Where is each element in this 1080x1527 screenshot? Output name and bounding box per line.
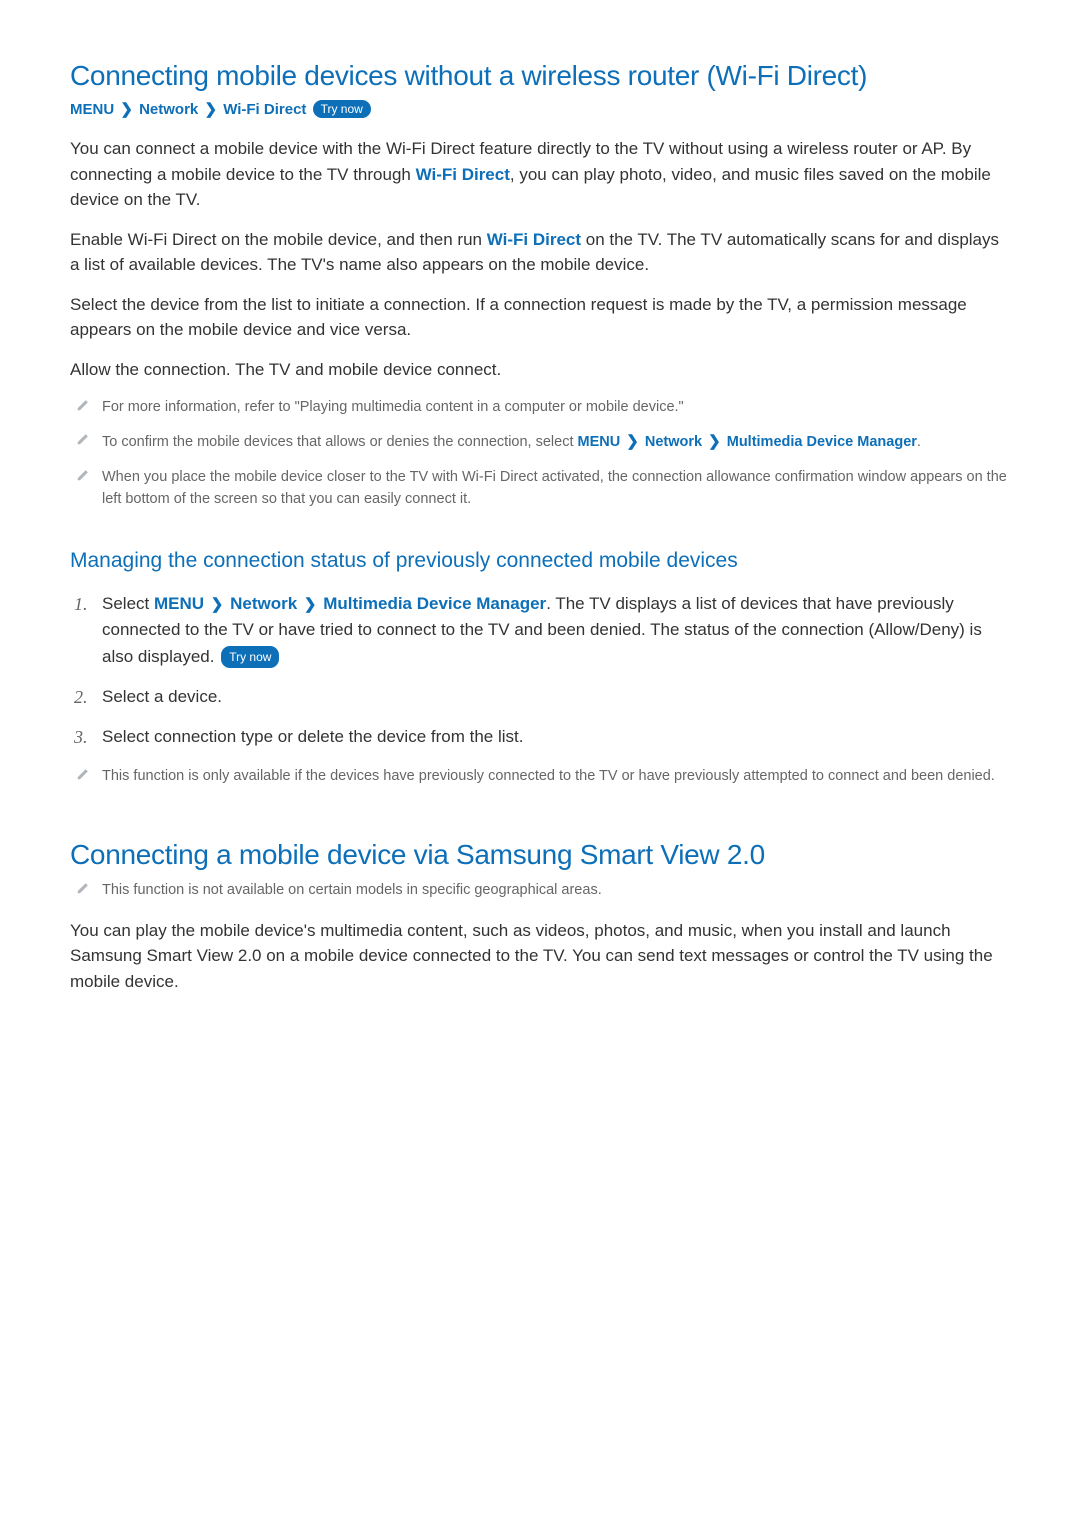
section-title-smart-view: Connecting a mobile device via Samsung S…	[70, 839, 1010, 871]
steps-list: Select MENU ❯ Network ❯ Multimedia Devic…	[70, 591, 1010, 751]
paragraph: You can connect a mobile device with the…	[70, 136, 1010, 213]
pencil-icon	[76, 398, 90, 412]
chevron-icon: ❯	[304, 593, 317, 616]
pencil-icon	[76, 468, 90, 482]
text: Enable Wi-Fi Direct on the mobile device…	[70, 230, 487, 249]
try-now-button[interactable]: Try now	[313, 100, 371, 118]
chevron-icon: ❯	[626, 430, 639, 453]
inline-network: Network	[230, 594, 297, 613]
pencil-icon	[76, 432, 90, 446]
pencil-icon	[76, 881, 90, 895]
text: .	[917, 434, 921, 450]
paragraph: Allow the connection. The TV and mobile …	[70, 357, 1010, 383]
paragraph: Select the device from the list to initi…	[70, 292, 1010, 343]
note-item: This function is not available on certai…	[70, 879, 1010, 901]
note-item: To confirm the mobile devices that allow…	[70, 430, 1010, 453]
inline-mdm: Multimedia Device Manager	[323, 594, 546, 613]
step-item: Select MENU ❯ Network ❯ Multimedia Devic…	[70, 591, 1010, 670]
chevron-icon: ❯	[204, 100, 217, 118]
note-text: This function is only available if the d…	[102, 768, 995, 784]
section-title-wifi-direct: Connecting mobile devices without a wire…	[70, 60, 1010, 92]
breadcrumb: MENU ❯ Network ❯ Wi-Fi Direct Try now	[70, 100, 1010, 118]
inline-wifi-direct: Wi-Fi Direct	[487, 230, 581, 249]
note-text: For more information, refer to "Playing …	[102, 399, 684, 415]
note-item: For more information, refer to "Playing …	[70, 396, 1010, 418]
notes-list: For more information, refer to "Playing …	[70, 396, 1010, 511]
note-text: This function is not available on certai…	[102, 882, 602, 898]
step-item: Select connection type or delete the dev…	[70, 724, 1010, 750]
chevron-icon: ❯	[120, 100, 133, 118]
breadcrumb-menu: MENU	[70, 101, 114, 118]
subsection-title-managing: Managing the connection status of previo…	[70, 549, 1010, 573]
note-item: When you place the mobile device closer …	[70, 466, 1010, 511]
inline-menu: MENU	[578, 434, 621, 450]
breadcrumb-network: Network	[139, 101, 198, 118]
paragraph: Enable Wi-Fi Direct on the mobile device…	[70, 227, 1010, 278]
inline-menu: MENU	[154, 594, 204, 613]
inline-wifi-direct: Wi-Fi Direct	[416, 165, 510, 184]
breadcrumb-wifi-direct: Wi-Fi Direct	[223, 101, 306, 118]
chevron-icon: ❯	[211, 593, 224, 616]
note-item: This function is only available if the d…	[70, 765, 1010, 787]
step-item: Select a device.	[70, 684, 1010, 710]
text: Select	[102, 594, 154, 613]
pencil-icon	[76, 767, 90, 781]
note-text: To confirm the mobile devices that allow…	[102, 434, 578, 450]
chevron-icon: ❯	[708, 430, 721, 453]
inline-mdm: Multimedia Device Manager	[727, 434, 917, 450]
paragraph: You can play the mobile device's multime…	[70, 918, 1010, 995]
inline-network: Network	[645, 434, 702, 450]
note-text: When you place the mobile device closer …	[102, 469, 1007, 507]
try-now-button[interactable]: Try now	[221, 646, 279, 669]
